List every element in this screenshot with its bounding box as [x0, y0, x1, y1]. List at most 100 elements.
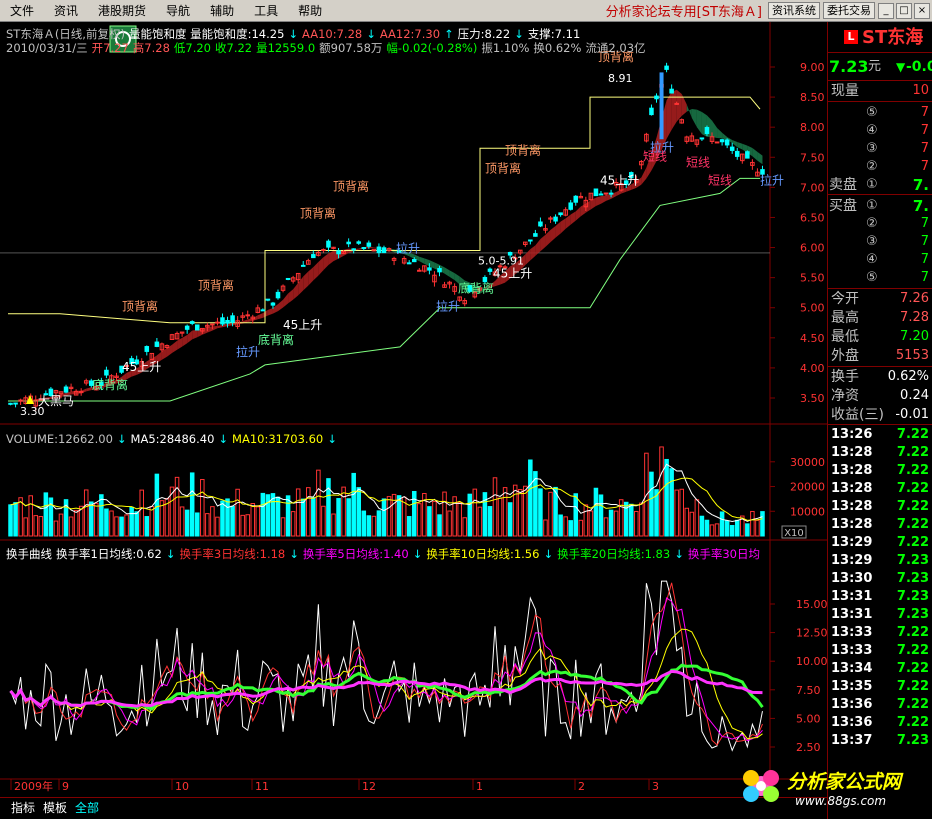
turnover-indicator-part: ↓ [165, 547, 176, 561]
volume-bar [220, 500, 225, 537]
buy-label: 买盘 [829, 198, 857, 214]
candle-body [745, 151, 750, 159]
volume-indicator-part: MA10:31703.60 [232, 432, 324, 446]
quote-stat: 外盘 5153 [828, 347, 932, 365]
tick-row-value: 7.22 [896, 679, 929, 694]
volume-bar [99, 494, 104, 537]
close-icon[interactable]: × [914, 2, 930, 19]
tab-all[interactable]: 全部 [72, 800, 102, 816]
menu-file[interactable]: 文件 [0, 0, 44, 22]
quote-stat2-value: 0.24 [900, 388, 929, 403]
ohlc-part: 换0.62% [533, 41, 582, 55]
trade-button[interactable]: 委托交易 [823, 2, 875, 19]
candle-body [649, 107, 654, 116]
tick-row-label: 13:28 [831, 499, 873, 514]
date-axis-label: 10 [175, 780, 189, 793]
candle-body [417, 269, 422, 272]
turnover-axis-label: 15.00 [796, 598, 827, 611]
logo-url: www.88gs.com [795, 794, 887, 808]
rise45-label: 45上升 [122, 360, 161, 374]
chart-area[interactable]: 9.00 8.50 8.00 7.50 7.00 6.50 6.00 5.50 5.00 4.50… [0, 22, 827, 797]
volume-indicator-part: VOLUME:12662.00 [6, 432, 113, 446]
kline-chart-svg[interactable]: 9.00 8.50 8.00 7.50 7.00 6.50 6.00 5.50 5.00 4.50… [0, 22, 827, 797]
lashen-label: 拉升 [760, 172, 784, 187]
tick-row-value: 7.23 [896, 733, 929, 748]
price-change: -0.0 [906, 59, 932, 75]
price-axis-label: 3.50 [800, 392, 825, 405]
info-system-button[interactable]: 资讯系统 [768, 2, 820, 19]
volume-bar [119, 516, 124, 537]
candle-body [356, 241, 362, 244]
candle-body [346, 241, 351, 245]
candle-body [487, 268, 493, 272]
candle-body [230, 315, 235, 323]
price-axis-label: 6.50 [800, 211, 825, 224]
quote-stat: 最高 7.28 [828, 309, 932, 327]
volume-bar [699, 515, 705, 537]
tick-row-label: 13:33 [831, 643, 873, 658]
buy-level-number: ⑤ [866, 270, 878, 285]
tick-row-label: 13:28 [831, 481, 873, 496]
turnover-indicator-part: ↓ [674, 547, 684, 561]
lashen-label: 拉升 [436, 299, 460, 314]
volume-indicator-part: ↓ [218, 432, 229, 446]
ohlc-part: 振1.10% [481, 41, 530, 55]
bottom-divergence-label: 底背离 [458, 281, 494, 296]
candle-body [381, 247, 387, 254]
sell-label: 卖盘 [829, 177, 857, 193]
volume-bar [573, 493, 579, 537]
volume-axis-label: 30000 [790, 456, 825, 469]
sell-level-number: ② [866, 159, 878, 174]
tab-template[interactable]: 模板 [40, 800, 70, 816]
candle-body [608, 192, 614, 195]
volume-bar [538, 488, 543, 537]
minimize-icon[interactable]: _ [878, 2, 894, 19]
menu-help[interactable]: 帮助 [288, 0, 332, 22]
down-arrow-icon: ▼ [896, 60, 906, 74]
menu-hk-futures[interactable]: 港股期货 [88, 0, 156, 22]
stock-name-row: L ST东海 [828, 26, 932, 50]
volume-bar [533, 471, 538, 537]
volume-bar [230, 505, 235, 537]
candle-body [573, 195, 579, 203]
volume-bar [406, 516, 412, 537]
xianliang-label: 现量 [831, 83, 859, 99]
volume-bar [427, 506, 432, 537]
turnover-indicator-line: 换手曲线 换手率1日均线:0.62 ↓ 换手率3日均线:1.18 ↓ 换手率5日均线:1.… [6, 546, 764, 562]
price-axis-label: 8.00 [800, 121, 825, 134]
volume-bar [745, 523, 750, 537]
price-indicator-part: ↓ [514, 27, 524, 41]
tab-indicator[interactable]: 指标 [8, 800, 38, 816]
top-divergence-label: 顶背离 [198, 278, 234, 293]
tick-row-label: 13:36 [831, 715, 873, 730]
menu-news[interactable]: 资讯 [44, 0, 88, 22]
tick-row-value: 7.22 [896, 661, 929, 676]
tick-row-label: 13:31 [831, 589, 873, 604]
top-divergence-label: 顶背离 [300, 205, 336, 220]
ohlc-part: 量12559.0 [256, 41, 316, 55]
current-price-row: 7.23 元 ▼ -0.0 [828, 56, 932, 78]
menu-tools[interactable]: 工具 [244, 0, 288, 22]
tick-row-value: 7.23 [896, 607, 929, 622]
menu-navigate[interactable]: 导航 [156, 0, 200, 22]
candle-body [538, 221, 543, 227]
candle-body [220, 317, 225, 325]
volume-bar [598, 494, 604, 537]
maximize-icon[interactable]: □ [896, 2, 912, 19]
volume-bar [376, 510, 382, 537]
buy-level-value: 7. [912, 197, 929, 215]
menu-assist[interactable]: 辅助 [200, 0, 244, 22]
tick-row-value: 7.22 [896, 427, 929, 442]
volume-bar [89, 501, 94, 537]
menu-bar: 文件 资讯 港股期货 导航 辅助 工具 帮助 分析家论坛专用[ST东海Ａ] 资讯… [0, 0, 932, 22]
high-price-label: 8.91 [608, 72, 633, 85]
buy-level-value: 7 [920, 270, 929, 285]
tick-row: 13:36 7.22 [828, 696, 932, 714]
top-divergence-label: 顶背离 [333, 178, 369, 193]
buy-level-number: ① [866, 198, 878, 213]
l-badge-icon: L [844, 30, 858, 44]
candle-body [553, 216, 558, 222]
tick-row-label: 13:26 [831, 427, 873, 442]
candle-body [351, 248, 356, 251]
candle-body [558, 212, 563, 216]
